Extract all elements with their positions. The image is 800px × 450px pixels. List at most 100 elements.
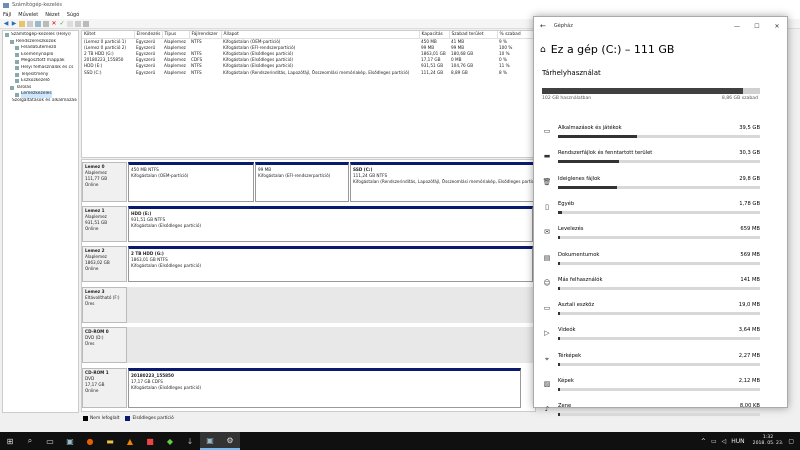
file-explorer-icon[interactable]: ▬ — [100, 432, 120, 450]
disk-row: CD-ROM 1 DVD 17,17 GB Online 20180223_155850… — [82, 368, 535, 408]
clock[interactable]: 1:32 2018. 05. 23. — [753, 435, 784, 447]
firefox-icon[interactable]: ● — [80, 432, 100, 450]
category-usage-fill — [558, 210, 563, 214]
disk-label[interactable]: Lemez 1 Alaplemez 931,51 GB Online — [82, 206, 127, 242]
partition-block[interactable]: SSD (C:) 111,24 GB NTFS Kifogástalan (Rend… — [350, 162, 535, 202]
forward-arrow-icon[interactable]: ▶ — [11, 20, 17, 27]
storage-category[interactable]: ▭ Asztali eszköz 19,0 MB — [542, 299, 760, 323]
category-usage-bar — [558, 185, 760, 189]
maximize-icon[interactable]: ☐ — [747, 23, 767, 30]
up-folder-icon[interactable] — [19, 20, 25, 27]
menu-view[interactable]: Nézet — [45, 12, 59, 18]
tree-item[interactable]: Lemezkezelés — [4, 91, 77, 98]
close-icon[interactable]: ✕ — [767, 23, 787, 30]
storage-category[interactable]: ▤ Dokumentumok 569 MB — [542, 249, 760, 273]
minimize-icon[interactable]: — — [727, 23, 747, 30]
properties-icon[interactable] — [27, 20, 33, 27]
tree-node-icon — [15, 46, 19, 51]
tree-item[interactable]: Eszközkezelő — [4, 78, 77, 85]
storage-category[interactable]: ▷ Videók 3,64 MB — [542, 324, 760, 348]
column-header[interactable]: % szabad — [497, 31, 535, 39]
disk-label[interactable]: Lemez 0 Alaplemez 111,77 GB Online — [82, 162, 127, 202]
back-arrow-icon[interactable]: ← — [540, 22, 546, 30]
pictures-icon: ▨ — [543, 380, 551, 388]
category-usage-bar — [558, 388, 760, 391]
column-header[interactable]: Kötet — [82, 31, 135, 39]
storage-category[interactable]: ✉ Levelezés 659 MB — [542, 223, 760, 247]
category-usage-fill — [558, 236, 561, 240]
disk-label[interactable]: CD-ROM 0 DVD (D:) Üres — [82, 327, 127, 363]
tree-node-icon — [15, 66, 19, 71]
table-row[interactable]: SSD (C:) Egyszerű Alaplemez NTFS Kifogástala… — [82, 69, 535, 75]
users-icon: ☺ — [543, 278, 551, 287]
search-taskbar-icon[interactable]: ⌕ — [20, 432, 40, 450]
tree-item[interactable]: Helyi felhasználók és cs — [4, 65, 77, 72]
partition-area — [127, 287, 535, 323]
partition-line2: Kifogástalan (Elsődleges partíció) — [131, 223, 202, 228]
partition-block[interactable]: HDD (E:) 931,51 GB NTFS Kifogástalan (Első… — [128, 206, 533, 242]
partition-block[interactable]: 20180223_155850 17,17 GB CDFS Kifogástalan… — [128, 368, 521, 408]
disk-status: Üres — [85, 341, 95, 346]
category-size: 39,5 GB — [739, 125, 760, 131]
start-button[interactable]: ⊞ — [0, 432, 20, 450]
checkmark-icon[interactable]: ✓ — [59, 20, 65, 27]
computer-management-active-icon[interactable]: ▣ — [200, 432, 220, 450]
storage-category[interactable]: ☺ Más felhasználók 141 MB — [542, 274, 760, 298]
storage-category[interactable]: 🗑 Ideiglenes fájlok 29,8 GB — [542, 173, 760, 197]
list-view-icon[interactable] — [43, 20, 49, 27]
tree-item-label: Tárolás — [16, 84, 32, 90]
tree-item[interactable]: Teljesítmény — [4, 72, 77, 79]
partition-block[interactable]: 99 MB Kifogástalan (EFI-rendszerpartíció) — [255, 162, 349, 202]
partition-block[interactable]: 2 TB HDD (G:) 1863,01 GB NTFS Kifogástalan… — [128, 246, 533, 282]
back-arrow-icon[interactable]: ◀ — [3, 20, 9, 27]
category-usage-bar — [558, 286, 760, 290]
delete-icon[interactable]: ✕ — [51, 20, 57, 27]
tree-item[interactable]: Feladatütemező — [4, 45, 77, 52]
tree-item[interactable]: Szolgáltatások és alkalmazások — [4, 98, 77, 105]
app-icon-green[interactable]: ◆ — [160, 432, 180, 450]
disk-label[interactable]: Lemez 2 Alaplemez 1863,02 GB Online — [82, 246, 127, 282]
task-view-icon[interactable]: ▭ — [40, 432, 60, 450]
column-header[interactable]: Szabad terület — [449, 31, 498, 39]
media-player-icon[interactable]: ■ — [140, 432, 160, 450]
tree-item[interactable]: Számítógép-kezelés (Helyi) — [4, 32, 77, 39]
menu-file[interactable]: Fájl — [3, 12, 11, 18]
menu-help[interactable]: Súgó — [67, 12, 80, 18]
settings-taskbar-icon[interactable]: ⚙ — [220, 432, 240, 450]
column-header[interactable]: Elrendezés — [134, 31, 163, 39]
chevron-up-icon[interactable]: ^ — [701, 438, 706, 445]
column-header[interactable]: Típus — [162, 31, 190, 39]
category-usage-fill — [558, 362, 561, 366]
category-size: 2,12 MB — [738, 378, 760, 384]
search-icon[interactable] — [75, 20, 81, 27]
tree-item[interactable]: Megosztott mappák — [4, 58, 77, 65]
partition-block[interactable]: 450 MB NTFS Kifogástalan (OEM-partíció) — [128, 162, 254, 202]
help-icon[interactable] — [35, 20, 41, 27]
grid-icon[interactable] — [83, 20, 89, 27]
disk-label[interactable]: Lemez 3 Eltávolítható (F:) Üres — [82, 287, 127, 323]
tree-item[interactable]: Rendszereszközök — [4, 39, 77, 46]
storage-category[interactable]: ▬ Rendszerfájlok és fenntartott terület 30… — [542, 147, 760, 171]
computer-management-taskbar-icon[interactable]: ▣ — [60, 432, 80, 450]
tree-item[interactable]: Tárolás — [4, 85, 77, 92]
column-header[interactable]: Fájlrendszer — [189, 31, 222, 39]
menu-action[interactable]: Művelet — [18, 12, 38, 18]
network-icon[interactable]: ▭ — [711, 438, 717, 445]
storage-category[interactable]: ▯ Egyéb 1,78 GB — [542, 198, 760, 222]
storage-category[interactable]: ♪ Zene 8,00 KB — [542, 400, 760, 424]
storage-category[interactable]: ▭ Alkalmazások és játékok 39,5 GB — [542, 122, 760, 146]
storage-category[interactable]: ▨ Képek 2,12 MB — [542, 375, 760, 399]
tree-item[interactable]: Eseménynapló — [4, 52, 77, 59]
language-indicator[interactable]: HUN — [731, 438, 744, 445]
disk-label[interactable]: CD-ROM 1 DVD 17,17 GB Online — [82, 368, 127, 408]
app-icon-download[interactable]: ↓ — [180, 432, 200, 450]
storage-category[interactable]: ⌖ Térképek 2,27 MB — [542, 350, 760, 374]
vlc-icon[interactable]: ▲ — [120, 432, 140, 450]
home-icon[interactable]: ⌂ — [540, 45, 546, 55]
trash-icon: 🗑 — [542, 177, 552, 186]
volume-icon[interactable]: ◁ — [722, 438, 727, 445]
column-header[interactable]: Kapacitás — [419, 31, 450, 39]
column-header[interactable]: Állapot — [221, 31, 420, 39]
notifications-icon[interactable]: ▢ — [788, 438, 794, 445]
refresh-icon[interactable] — [67, 20, 73, 27]
